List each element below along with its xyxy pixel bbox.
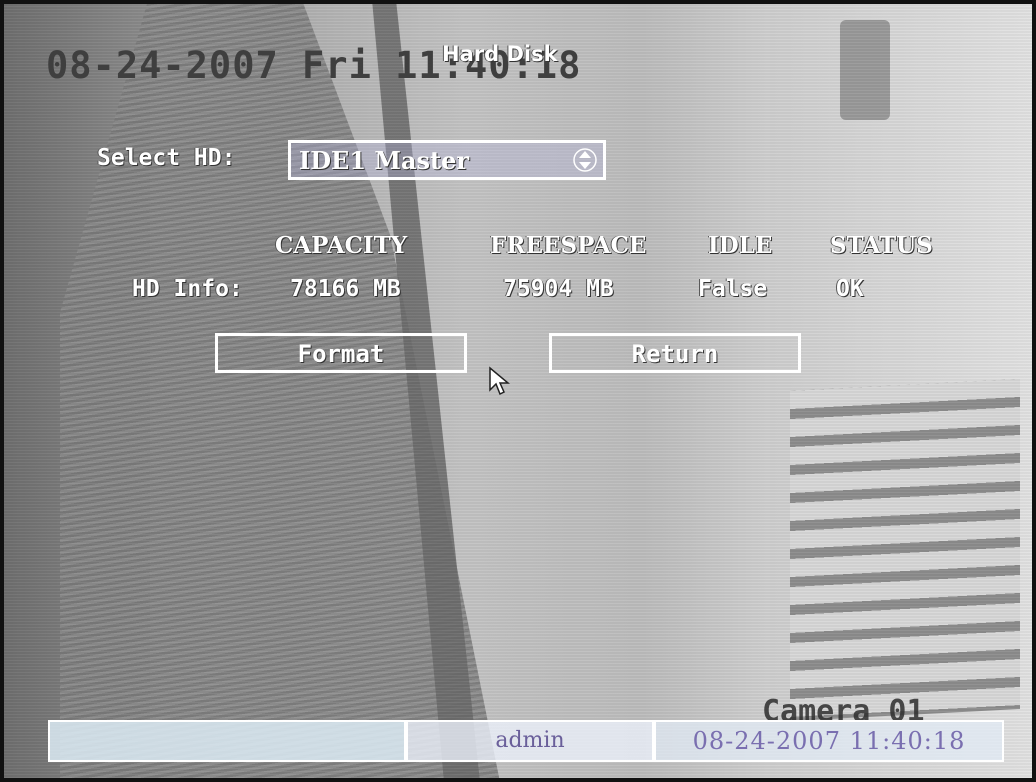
hd-idle-value: False [698, 276, 768, 302]
column-header-idle: IDLE [708, 232, 773, 259]
select-hd-dropdown[interactable]: IDE1 Master [288, 140, 606, 180]
select-hd-label: Select HD: [97, 145, 236, 171]
hd-status-value: OK [836, 276, 864, 302]
hd-info-label: HD Info: [132, 276, 243, 302]
scanline-overlay [0, 0, 1036, 782]
mouse-pointer-icon [489, 366, 510, 396]
menu-title: Hard Disk [442, 42, 558, 66]
status-bar: admin 08-24-2007 11:40:18 [48, 720, 1004, 762]
hd-freespace-value: 75904 MB [503, 276, 614, 302]
hd-capacity-value: 78166 MB [290, 276, 401, 302]
status-bar-user: admin [406, 720, 654, 762]
column-header-status: STATUS [830, 232, 933, 259]
status-bar-datetime: 08-24-2007 11:40:18 [654, 720, 1004, 762]
select-hd-value: IDE1 Master [299, 146, 470, 175]
format-button[interactable]: Format [215, 333, 467, 373]
up-down-spinner-icon[interactable] [573, 148, 597, 172]
status-bar-message-area [48, 720, 406, 762]
dvr-screen: 08-24-2007 Fri 11:40:18 Hard Disk Select… [0, 0, 1036, 782]
return-button[interactable]: Return [549, 333, 801, 373]
column-header-capacity: CAPACITY [275, 232, 408, 259]
column-header-freespace: FREESPACE [490, 232, 647, 259]
